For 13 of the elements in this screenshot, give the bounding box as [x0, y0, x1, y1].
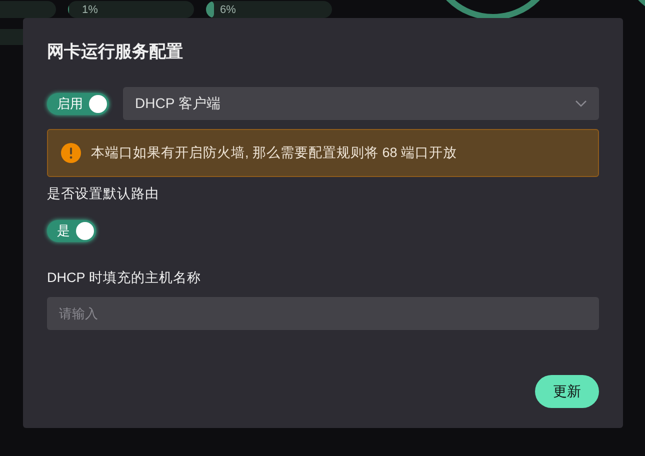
progress-label: 1% — [82, 4, 98, 16]
dialog-title: 网卡运行服务配置 — [47, 41, 184, 63]
alert-text: 本端口如果有开启防火墙, 那么需要配置规则将 68 端口开放 — [91, 144, 458, 162]
chevron-down-icon — [575, 100, 587, 107]
default-route-switch[interactable]: 是 — [47, 220, 96, 242]
update-button[interactable]: 更新 — [535, 375, 599, 408]
field-label: 是否设置默认路由 — [47, 185, 160, 203]
warning-icon — [61, 143, 81, 163]
hostname-input-field[interactable]: 请输入 — [47, 297, 599, 330]
mode-select[interactable]: DHCP 客户端 — [123, 87, 599, 120]
field-label: DHCP 时填充的主机名称 — [47, 269, 202, 287]
progress-label: 6% — [220, 4, 236, 16]
enable-switch[interactable]: 启用 — [47, 92, 109, 114]
